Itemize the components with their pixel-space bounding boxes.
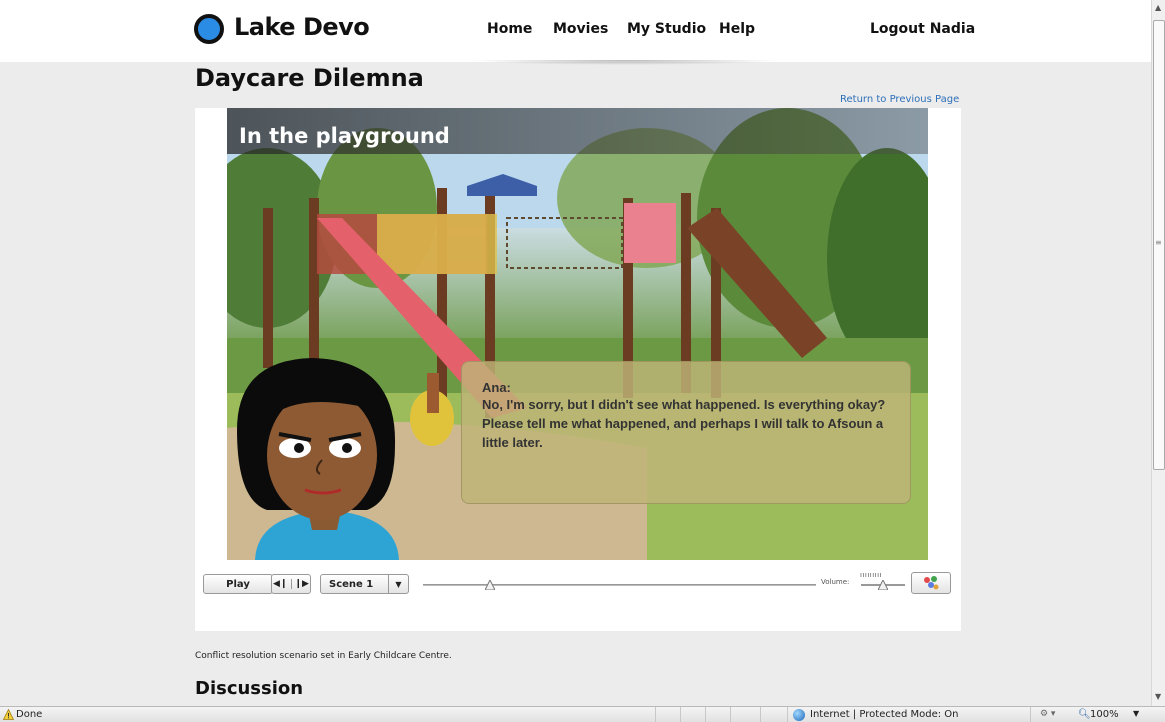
status-divider (1030, 707, 1031, 722)
nav-my-studio[interactable]: My Studio (627, 21, 706, 37)
top-navbar: Lake Devo Home Movies My Studio Help Log… (0, 0, 1151, 65)
scene-title-bar: In the playground (227, 108, 928, 154)
step-forward-icon[interactable]: ❙▶ (292, 579, 312, 589)
nav-home[interactable]: Home (487, 21, 532, 37)
volume-label: Volume: (821, 578, 850, 586)
page-title: Daycare Dilemna (195, 64, 424, 92)
scroll-down-icon[interactable]: ▼ (1155, 692, 1161, 701)
status-divider (730, 707, 731, 722)
scene-select[interactable]: Scene 1 ▼ (320, 574, 409, 594)
speech-bubble: Ana: No, I'm sorry, but I didn't see wha… (461, 361, 911, 504)
internet-zone-icon (793, 709, 805, 721)
logo-icon[interactable] (194, 14, 224, 44)
speaker-name: Ana: (482, 380, 511, 395)
status-divider (787, 707, 788, 722)
play-button[interactable]: Play (203, 574, 273, 594)
scene-viewport: In the playground Ana: No, I'm sorry, bu… (227, 108, 928, 560)
return-link[interactable]: Return to Previous Page (840, 94, 959, 105)
discussion-heading: Discussion (195, 678, 304, 699)
vertical-scrollbar[interactable]: ▲ ≡ ▼ (1151, 0, 1165, 706)
step-buttons: ◀❙ ❙▶ (271, 574, 311, 594)
status-divider (680, 707, 681, 722)
movie-player: In the playground Ana: No, I'm sorry, bu… (195, 108, 961, 631)
character-ana (237, 358, 399, 560)
browser-statusbar: Done Internet | Protected Mode: On ⚙ ▾ 🔍… (0, 706, 1165, 722)
scene-select-value: Scene 1 (329, 578, 374, 590)
scene-title: In the playground (239, 124, 450, 148)
characters-icon (924, 576, 939, 590)
status-text: Done (16, 709, 43, 720)
nav-shadow (470, 60, 780, 65)
progress-track[interactable] (423, 584, 816, 586)
dialogue-text: No, I'm sorry, but I didn't see what hap… (482, 397, 886, 450)
logo-text[interactable]: Lake Devo (234, 13, 370, 41)
status-divider (705, 707, 706, 722)
warning-icon[interactable] (3, 709, 14, 720)
protection-icon[interactable]: ⚙ ▾ (1040, 709, 1055, 719)
status-divider (760, 707, 761, 722)
scroll-grip-icon: ≡ (1155, 238, 1162, 247)
volume-thumb[interactable] (878, 580, 888, 590)
security-zone-text[interactable]: Internet | Protected Mode: On (810, 709, 958, 720)
scroll-up-icon[interactable]: ▲ (1155, 3, 1161, 12)
volume-ticks: ııııııııı (860, 571, 883, 579)
movie-description: Conflict resolution scenario set in Earl… (195, 651, 452, 661)
zoom-icon[interactable]: 🔍︎ (1078, 709, 1091, 720)
step-back-icon[interactable]: ◀❙ (270, 579, 292, 589)
characters-button[interactable] (911, 572, 951, 594)
status-divider (655, 707, 656, 722)
zoom-level[interactable]: 100% (1090, 709, 1119, 720)
zoom-dropdown-icon[interactable]: ▼ (1133, 709, 1139, 718)
chevron-down-icon[interactable]: ▼ (388, 575, 408, 593)
progress-thumb[interactable] (484, 580, 495, 590)
nav-movies[interactable]: Movies (553, 21, 608, 37)
logout-link[interactable]: Logout Nadia (870, 21, 975, 37)
nav-help[interactable]: Help (719, 21, 755, 37)
